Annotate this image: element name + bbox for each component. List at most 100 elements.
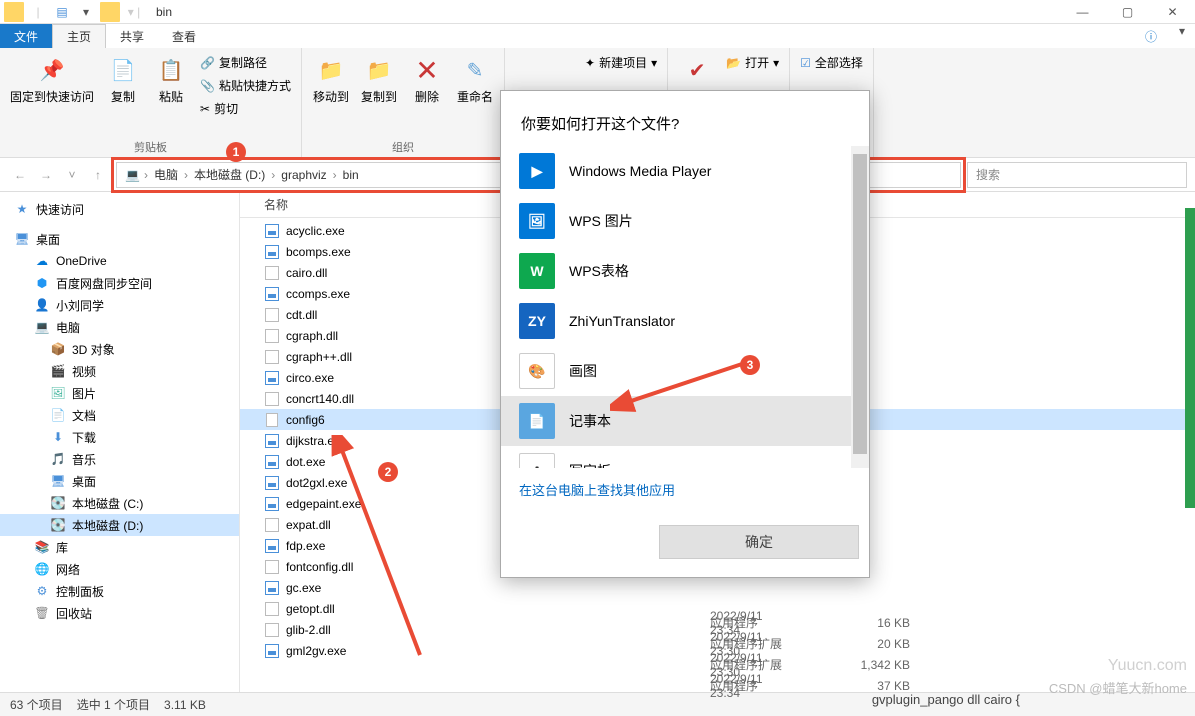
sidebar-user[interactable]: 👤小刘同学 [0,294,239,316]
folder-icon [4,2,24,22]
crumb-d[interactable]: 本地磁盘 (D:) [192,166,267,183]
up-button[interactable]: ↑ [86,163,110,187]
file-name: bcomps.exe [286,245,351,259]
sidebar-baidu[interactable]: ⬢百度网盘同步空间 [0,272,239,294]
open-button[interactable]: 📂打开▾ [724,52,781,73]
dll-icon [264,265,280,281]
dialog-app-item[interactable]: WWPS表格 [501,246,869,296]
rename-button[interactable]: ✎重命名 [454,52,496,139]
sidebar-docs[interactable]: 📄文档 [0,404,239,426]
dialog-app-item[interactable]: ZY ZhiYunTranslator [501,296,869,346]
sidebar-desktop2[interactable]: 🖥桌面 [0,470,239,492]
path-icon: 🔗 [200,56,215,70]
selectall-icon: ☑ [800,56,811,70]
paste-icon: 📋 [155,54,187,86]
tab-share[interactable]: 共享 [106,24,158,48]
sidebar-network[interactable]: 🌐网络 [0,558,239,580]
sidebar-desktop[interactable]: 🖥桌面 [0,228,239,250]
sidebar-pc[interactable]: 💻电脑 [0,316,239,338]
file-icon [264,412,280,428]
file-row[interactable]: gc.exe [240,577,1195,598]
file-name: circo.exe [286,371,334,385]
select-all-button[interactable]: ☑全部选择 [798,52,865,73]
move-icon: 📁 [315,54,347,86]
app-label: ZhiYunTranslator [569,313,675,329]
dll-icon [264,391,280,407]
annotation-1: 1 [226,142,246,162]
close-button[interactable]: ✕ [1150,0,1195,24]
sidebar-quick-access[interactable]: ★快速访问 [0,198,239,220]
sidebar-onedrive[interactable]: ☁OneDrive [0,250,239,272]
forward-button[interactable]: → [34,163,58,187]
sidebar-libs[interactable]: 📚库 [0,536,239,558]
dialog-scrollbar[interactable] [851,146,869,468]
exe-icon [264,244,280,260]
exe-icon [264,475,280,491]
copy-path-button[interactable]: 🔗复制路径 [198,52,293,73]
dialog-app-item[interactable]: ▶Windows Media Player [501,146,869,196]
qat-folder2-icon [100,2,120,22]
copyto-icon: 📁 [363,54,395,86]
dialog-app-item[interactable]: 📄记事本 [501,396,869,446]
drive-icon: 💽 [50,495,66,511]
minimize-button[interactable]: — [1060,0,1105,24]
collapse-ribbon[interactable]: ▾ [1169,24,1195,48]
dialog-app-item[interactable]: 🖼WPS 图片 [501,196,869,246]
sidebar-cpanel[interactable]: ⚙控制面板 [0,580,239,602]
sidebar-3d[interactable]: 📦3D 对象 [0,338,239,360]
recent-button[interactable]: ˅ [60,163,84,187]
tab-view[interactable]: 查看 [158,24,210,48]
file-name: dot2gxl.exe [286,476,347,490]
copy-button[interactable]: 📄复制 [102,52,144,139]
tab-file[interactable]: 文件 [0,24,52,48]
qat-sep: | [28,2,48,22]
new-item-button[interactable]: ✦新建项目▾ [583,52,659,73]
exe-icon [264,454,280,470]
file-name: gc.exe [286,581,321,595]
app-icon: 🎨 [519,353,555,389]
dll-icon [264,601,280,617]
cp-icon: ⚙ [34,583,50,599]
dialog-app-item[interactable]: 🎨 画图 [501,346,869,396]
move-to-button[interactable]: 📁移动到 [310,52,352,139]
sidebar-recycle[interactable]: 🗑回收站 [0,602,239,624]
exe-icon [264,223,280,239]
dialog-app-item[interactable]: A写字板 [501,446,869,468]
qat-dropdown-icon[interactable]: ▾ [76,2,96,22]
paste-button[interactable]: 📋粘贴 [150,52,192,139]
app-icon: ▶ [519,153,555,189]
crumb-bin[interactable]: bin [341,168,361,182]
sidebar-pictures[interactable]: 🖼图片 [0,382,239,404]
back-button[interactable]: ← [8,163,32,187]
ok-button[interactable]: 确定 [659,525,859,559]
file-name: dijkstra.exe [286,434,347,448]
pin-button[interactable]: 📌固定到快速访问 [8,52,96,139]
file-name: cgraph.dll [286,329,338,343]
app-icon: ZY [519,303,555,339]
scissors-icon: ✂ [200,102,210,116]
more-apps-link[interactable]: 在这台电脑上查找其他应用 [501,468,869,511]
sidebar-c-drive[interactable]: 💽本地磁盘 (C:) [0,492,239,514]
maximize-button[interactable]: ▢ [1105,0,1150,24]
sidebar-video[interactable]: 🎬视频 [0,360,239,382]
tab-home[interactable]: 主页 [52,24,106,48]
file-name: getopt.dll [286,602,335,616]
paste-shortcut-button[interactable]: 📎粘贴快捷方式 [198,75,293,96]
help-button[interactable]: ⓘ [1145,24,1169,48]
sidebar-downloads[interactable]: ⬇下载 [0,426,239,448]
copy-to-button[interactable]: 📁复制到 [358,52,400,139]
crumb-pc[interactable]: 电脑 [152,166,180,183]
sidebar-d-drive[interactable]: 💽本地磁盘 (D:) [0,514,239,536]
qat-props-icon[interactable]: ▤ [52,2,72,22]
exe-icon [264,370,280,386]
search-input[interactable]: 搜索 [967,162,1187,188]
sidebar-music[interactable]: 🎵音乐 [0,448,239,470]
cut-button[interactable]: ✂剪切 [198,98,293,119]
desktop2-icon: 🖥 [50,473,66,489]
app-label: 画图 [569,361,597,381]
crumb-graphviz[interactable]: graphviz [279,168,328,182]
sidebar: ★快速访问 🖥桌面 ☁OneDrive ⬢百度网盘同步空间 👤小刘同学 💻电脑 … [0,192,240,692]
delete-button[interactable]: ✕删除 [406,52,448,139]
file-name: concrt140.dll [286,392,354,406]
file-name: acyclic.exe [286,224,345,238]
